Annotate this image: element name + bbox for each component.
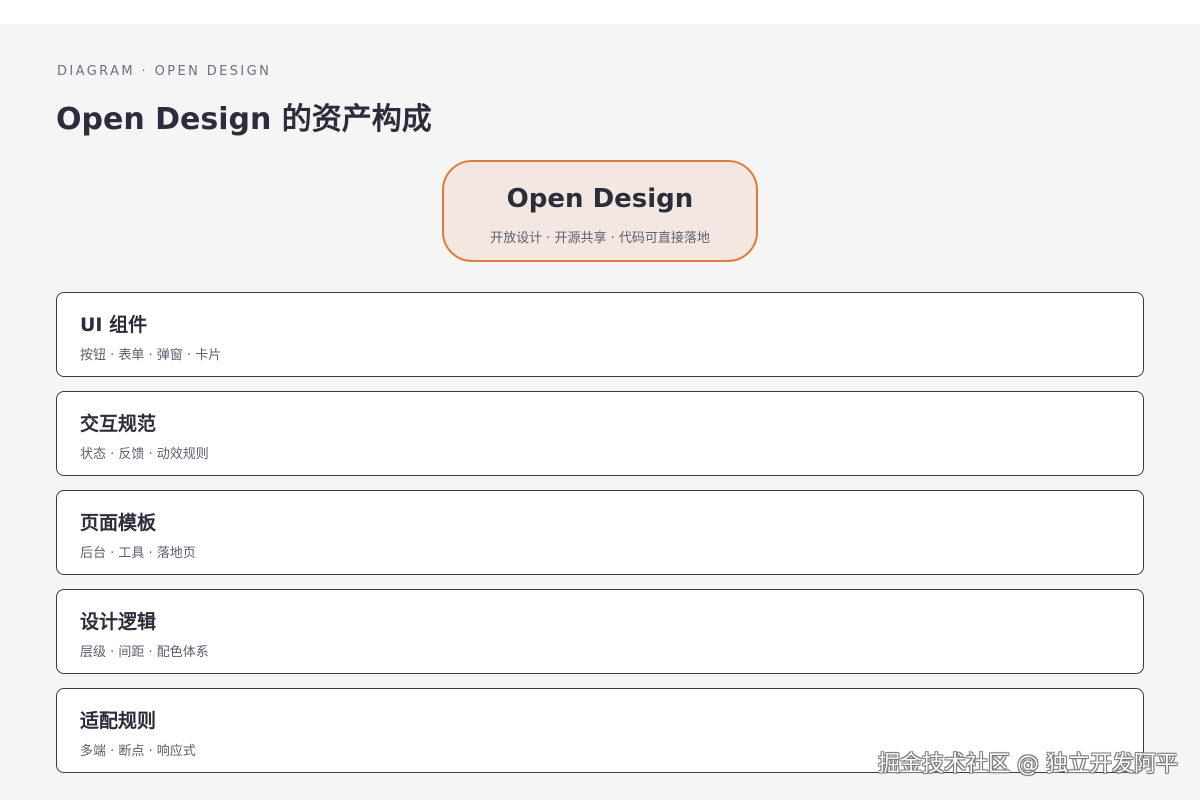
asset-card-design-logic: 设计逻辑 层级 · 间距 · 配色体系 [56, 589, 1144, 674]
root-node: Open Design 开放设计 · 开源共享 · 代码可直接落地 [442, 160, 758, 262]
asset-card-title: 设计逻辑 [80, 611, 157, 633]
watermark: 掘金技术社区 @ 独立开发阿平 [878, 752, 1178, 777]
asset-card-title: 适配规则 [80, 710, 157, 732]
asset-card-subtitle: 多端 · 断点 · 响应式 [80, 744, 196, 759]
asset-card-subtitle: 层级 · 间距 · 配色体系 [80, 645, 209, 660]
asset-card-subtitle: 按钮 · 表单 · 弹窗 · 卡片 [80, 348, 222, 363]
asset-card-interaction-specs: 交互规范 状态 · 反馈 · 动效规则 [56, 391, 1144, 476]
root-node-subtitle: 开放设计 · 开源共享 · 代码可直接落地 [490, 231, 710, 246]
diagram-canvas: DIAGRAM · OPEN DESIGN Open Design 的资产构成 … [0, 24, 1200, 800]
asset-card-subtitle: 后台 · 工具 · 落地页 [80, 546, 196, 561]
root-node-title: Open Design [506, 184, 694, 214]
asset-card-ui-components: UI 组件 按钮 · 表单 · 弹窗 · 卡片 [56, 292, 1144, 377]
eyebrow-label: DIAGRAM · OPEN DESIGN [57, 64, 272, 79]
page-title: Open Design 的资产构成 [56, 102, 432, 137]
asset-card-title: 交互规范 [80, 413, 157, 435]
asset-card-page-templates: 页面模板 后台 · 工具 · 落地页 [56, 490, 1144, 575]
asset-card-title: 页面模板 [80, 512, 157, 534]
asset-card-title: UI 组件 [80, 314, 148, 336]
asset-card-subtitle: 状态 · 反馈 · 动效规则 [80, 447, 209, 462]
